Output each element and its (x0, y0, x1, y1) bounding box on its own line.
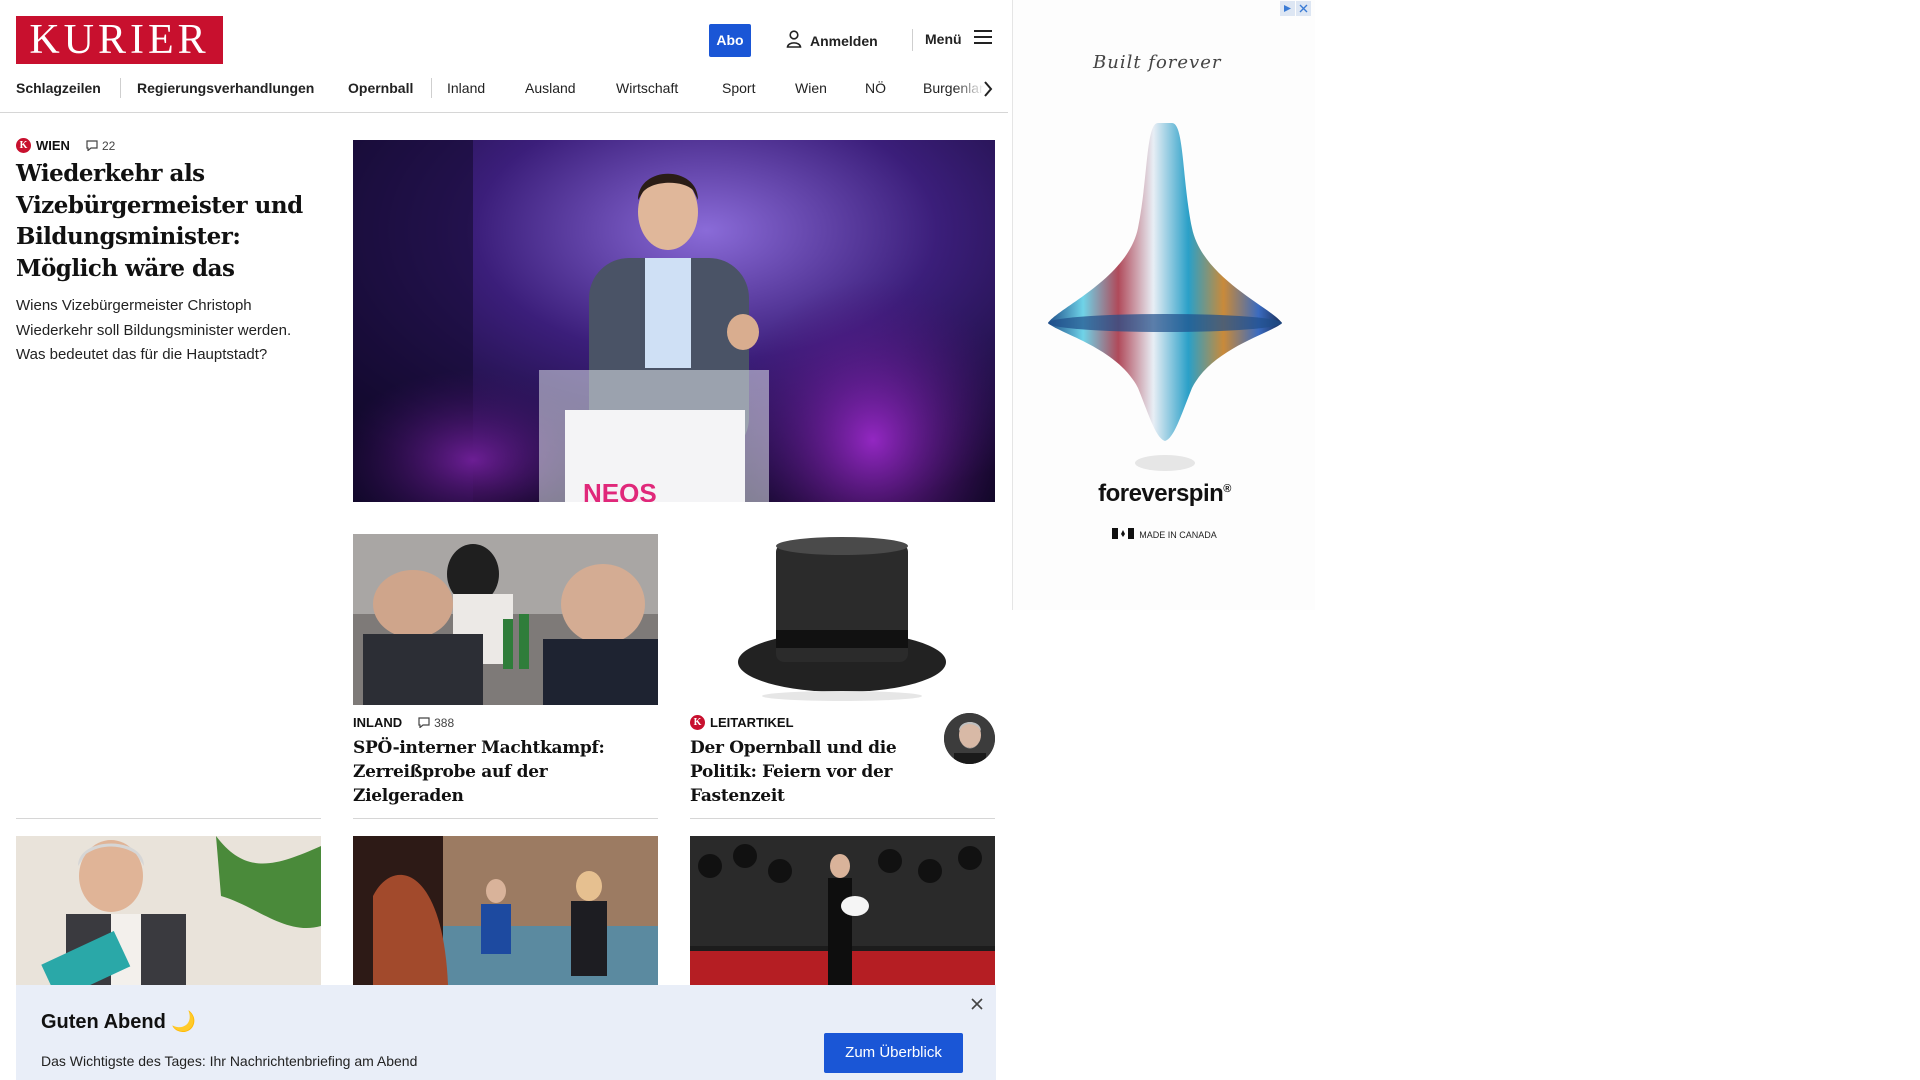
row-divider (353, 818, 658, 819)
ad-made-in: MADE IN CANADA (1013, 528, 1315, 541)
nav-item-noe[interactable]: NÖ (865, 80, 886, 96)
nav-item-wirtschaft[interactable]: Wirtschaft (616, 80, 678, 96)
ad-brand: foreverspin® (1013, 480, 1315, 508)
menu-label: Menü (925, 30, 962, 47)
story-meta: INLAND 388 (353, 715, 657, 730)
nav-item-inland[interactable]: Inland (447, 80, 485, 96)
card-headline[interactable]: SPÖ-interner Machtkampf: Zerreißprobe au… (353, 736, 657, 808)
card-image-man-book[interactable] (16, 836, 321, 985)
comment-count-value: 22 (101, 138, 116, 153)
story-category[interactable]: INLAND (353, 715, 402, 730)
lead-story[interactable]: K WIEN 22 Wiederkehr als Vizebürgermeist… (16, 138, 316, 368)
story-category[interactable]: LEITARTIKEL (710, 715, 794, 730)
article-card-opernball[interactable]: K LEITARTIKEL Der Opernball und die Poli… (690, 705, 994, 808)
card-image-red-carpet[interactable] (690, 836, 995, 985)
comment-count[interactable]: 388 (418, 716, 454, 730)
chevron-right-icon[interactable] (978, 78, 998, 100)
spinning-top-graphic (1048, 123, 1282, 471)
kurier-site: KURIER Abo Anmelden Menü Schlagzeilen Re… (0, 0, 1008, 1080)
lead-teaser: Wiens Vizebürgermeister Christoph Wieder… (16, 297, 292, 363)
neos-sign: NEOS (583, 478, 657, 502)
canada-flag-icon (1112, 528, 1135, 541)
comment-icon (418, 717, 430, 728)
hamburger-icon (973, 30, 992, 47)
kurier-logo[interactable]: KURIER (16, 16, 223, 64)
menu-button[interactable]: Menü (925, 30, 992, 47)
nav-divider (431, 78, 432, 98)
card-image-tv-studio[interactable] (353, 836, 658, 985)
ad-registered-mark: ® (1223, 483, 1231, 495)
row-divider (16, 818, 321, 819)
comment-count-value: 388 (434, 715, 455, 730)
kurier-k-icon: K (16, 138, 31, 153)
main-navigation: Schlagzeilen Regierungsverhandlungen Ope… (0, 78, 1008, 100)
lead-image[interactable]: NEOS (353, 140, 995, 502)
lead-headline[interactable]: Wiederkehr als Vizebürgermeister und Bil… (16, 158, 316, 284)
row-divider (690, 818, 995, 819)
abo-button[interactable]: Abo (709, 24, 751, 57)
close-icon[interactable] (967, 994, 987, 1014)
card-image-spoe[interactable] (353, 534, 658, 705)
advertisement[interactable]: Built forever foreverspin® MADE IN CANAD… (1012, 0, 1315, 610)
story-category[interactable]: WIEN (36, 138, 70, 153)
site-header: KURIER Abo Anmelden Menü Schlagzeilen Re… (0, 0, 1008, 113)
story-meta: K WIEN 22 (16, 138, 316, 153)
header-divider (912, 29, 913, 51)
kurier-k-icon: K (690, 715, 705, 730)
adchoices-icon[interactable] (1280, 1, 1295, 16)
nav-divider (120, 78, 121, 98)
author-avatar[interactable] (944, 713, 995, 764)
banner-title: Guten Abend 🌙 (41, 1011, 197, 1033)
nav-overflow: Burgenland (918, 78, 984, 100)
ad-close-icon[interactable] (1296, 1, 1311, 16)
briefing-overview-button[interactable]: Zum Überblick (824, 1033, 963, 1073)
nav-item-wien[interactable]: Wien (795, 80, 827, 96)
ad-badges (1280, 1, 1311, 16)
ad-made-in-text: MADE IN CANADA (1139, 529, 1217, 540)
ad-brand-name: foreverspin (1098, 480, 1224, 507)
comment-count[interactable]: 22 (86, 139, 115, 153)
login-label: Anmelden (810, 32, 878, 49)
nav-item-ausland[interactable]: Ausland (525, 80, 576, 96)
nav-item-schlagzeilen[interactable]: Schlagzeilen (16, 80, 101, 96)
nav-item-burgenland[interactable]: Burgenland (923, 80, 984, 96)
evening-briefing-banner: Guten Abend 🌙 Das Wichtigste des Tages: … (16, 985, 996, 1080)
card-image-top-hat[interactable] (690, 534, 995, 705)
comment-icon (86, 140, 98, 151)
nav-item-opernball[interactable]: Opernball (348, 80, 413, 96)
login-button[interactable]: Anmelden (786, 30, 878, 51)
nav-item-regierungsverhandlungen[interactable]: Regierungsverhandlungen (137, 80, 314, 96)
ad-tagline: Built forever (1093, 52, 1222, 73)
article-card-spoe[interactable]: INLAND 388 SPÖ-interner Machtkampf: Zerr… (353, 705, 657, 808)
banner-text: Das Wichtigste des Tages: Ihr Nachrichte… (41, 1053, 418, 1069)
nav-item-sport[interactable]: Sport (722, 80, 755, 96)
card-headline[interactable]: Der Opernball und die Politik: Feiern vo… (690, 736, 920, 808)
user-icon (786, 30, 802, 51)
